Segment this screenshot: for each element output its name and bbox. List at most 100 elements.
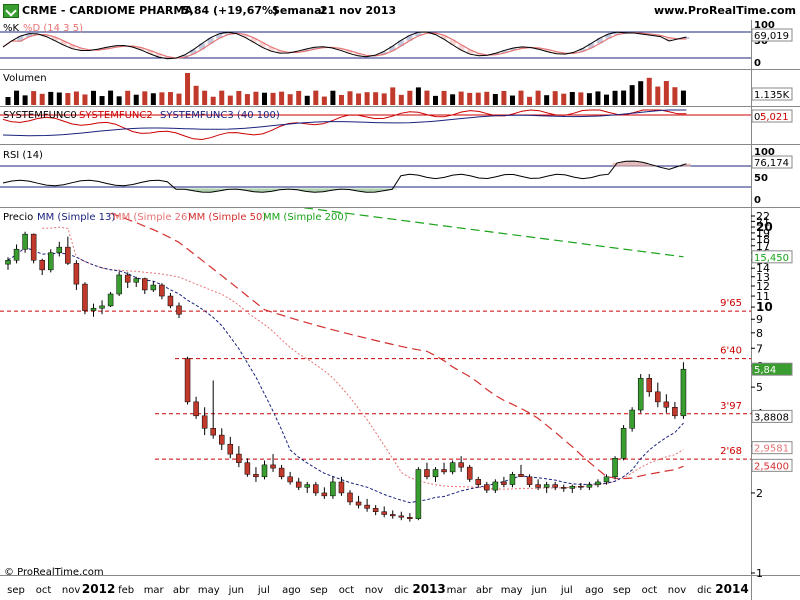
candle-body [501, 481, 507, 485]
candle-body [415, 469, 422, 519]
volume-bar [91, 90, 96, 105]
x-tick-label: 2012 [82, 582, 115, 596]
volume-bar [646, 77, 652, 105]
volume-panel[interactable]: Volumen 1.135K [0, 70, 800, 107]
mm13-label: MM (Simple 13) [37, 212, 115, 223]
candle-body [65, 246, 71, 264]
volume-bar [364, 92, 370, 105]
candle-body [586, 484, 593, 488]
volume-bar [270, 92, 276, 105]
site-url[interactable]: www.ProRealTime.com [654, 4, 796, 17]
candle-body [390, 514, 396, 517]
candle-body [330, 481, 336, 497]
volume-bar [296, 90, 302, 105]
x-tick-label: feb [118, 585, 134, 596]
candle-body [535, 484, 541, 488]
y-tick-label: 5 [756, 381, 763, 394]
volume-bar [492, 93, 498, 105]
price-panel[interactable]: 9'656'403'972'68 12345678910111213141516… [0, 208, 800, 600]
volume-bar [544, 95, 550, 105]
candle-body [432, 469, 439, 478]
candle-body [518, 474, 524, 478]
candle-body [219, 434, 225, 445]
volume-bar [5, 97, 11, 105]
candle-body [338, 481, 345, 494]
candle-body [355, 501, 362, 506]
volume-bar [279, 91, 285, 105]
volume-bar [73, 91, 79, 105]
candle-body [150, 284, 157, 291]
stochastic-value: 69,019 [754, 31, 789, 42]
candle-body [261, 464, 268, 478]
ticker-label: CRME - CARDIOME PHARMA [22, 4, 193, 17]
candle-body [646, 377, 652, 393]
candle-body [569, 485, 576, 489]
volume-bar [595, 91, 601, 105]
systemfunc-panel[interactable]: SYSTEMFUNC0 SYSTEMFUNC2 SYSTEMFUNC3 (40 … [0, 107, 800, 145]
volume-bar [22, 95, 28, 105]
x-tick-label: nov [62, 585, 80, 596]
volume-bar [142, 91, 148, 105]
candle-body [612, 458, 618, 478]
volume-label: Volumen [3, 73, 47, 84]
volume-bar [99, 96, 105, 105]
x-tick-label: mar [447, 585, 468, 596]
candle-body [236, 453, 242, 463]
rsi-panel[interactable]: RSI (14) 100 50 0 76,174 [0, 145, 800, 208]
volume-bar [381, 93, 387, 105]
candle-body [398, 515, 405, 518]
stochastic-k-label: %K [3, 23, 20, 34]
candle-body [159, 284, 165, 297]
x-tick-label: sep [613, 585, 631, 596]
volume-bar [356, 93, 362, 105]
x-tick-label: nov [668, 585, 686, 596]
volume-bar [415, 87, 421, 105]
copyright-credit: © ProRealTime.com [4, 567, 104, 578]
volume-bar [458, 91, 464, 105]
chart-header: CRME - CARDIOME PHARMA 5,84 (+19,67%) Se… [0, 0, 800, 20]
candle-body [278, 467, 285, 478]
candle-body [424, 469, 430, 478]
x-tick-label: nov [365, 585, 383, 596]
volume-bar [638, 81, 644, 105]
volume-bar [56, 92, 62, 105]
indicator-value-tag-label: 3,8808 [754, 412, 789, 423]
candle-body [5, 259, 11, 265]
candle-body [227, 443, 234, 455]
candle-body [441, 469, 447, 473]
x-tick-label: sep [7, 585, 25, 596]
stochastic-panel[interactable]: %K %D (14 3 5) 100 50 0 69,019 [0, 20, 800, 70]
candle-body [201, 415, 208, 429]
candle-body [39, 259, 45, 271]
indicator-value-tag-label: 2,9581 [754, 444, 789, 455]
period-label: Semanal [272, 4, 326, 17]
y-tick-label: 9 [756, 313, 763, 326]
volume-bar [236, 90, 242, 105]
candle-body [295, 481, 302, 488]
volume-value: 1.135K [754, 90, 790, 101]
x-tick-label: ago [282, 585, 301, 596]
candle-body [99, 305, 105, 309]
candle-body [561, 487, 567, 489]
volume-bar [262, 92, 267, 105]
candle-body [270, 464, 276, 469]
price-label: Precio [3, 212, 33, 223]
volume-bar [552, 91, 558, 105]
volume-bar [621, 90, 627, 105]
x-tick-label: oct [642, 585, 658, 596]
candle-body [321, 492, 328, 497]
volume-bar [629, 85, 635, 105]
volume-bar [373, 92, 379, 105]
volume-bar [586, 93, 592, 105]
volume-bar [509, 95, 515, 105]
rsi-value: 76,174 [754, 158, 789, 169]
x-tick-label: may [198, 585, 220, 596]
volume-bar [680, 90, 686, 105]
volume-bar [82, 94, 88, 105]
volume-bar [176, 93, 182, 105]
prorealtime-logo-icon [3, 4, 19, 18]
volume-bar [655, 86, 661, 105]
level-label: 9'65 [720, 298, 742, 309]
x-tick-label: jun [530, 585, 546, 596]
candle-body [672, 407, 678, 417]
